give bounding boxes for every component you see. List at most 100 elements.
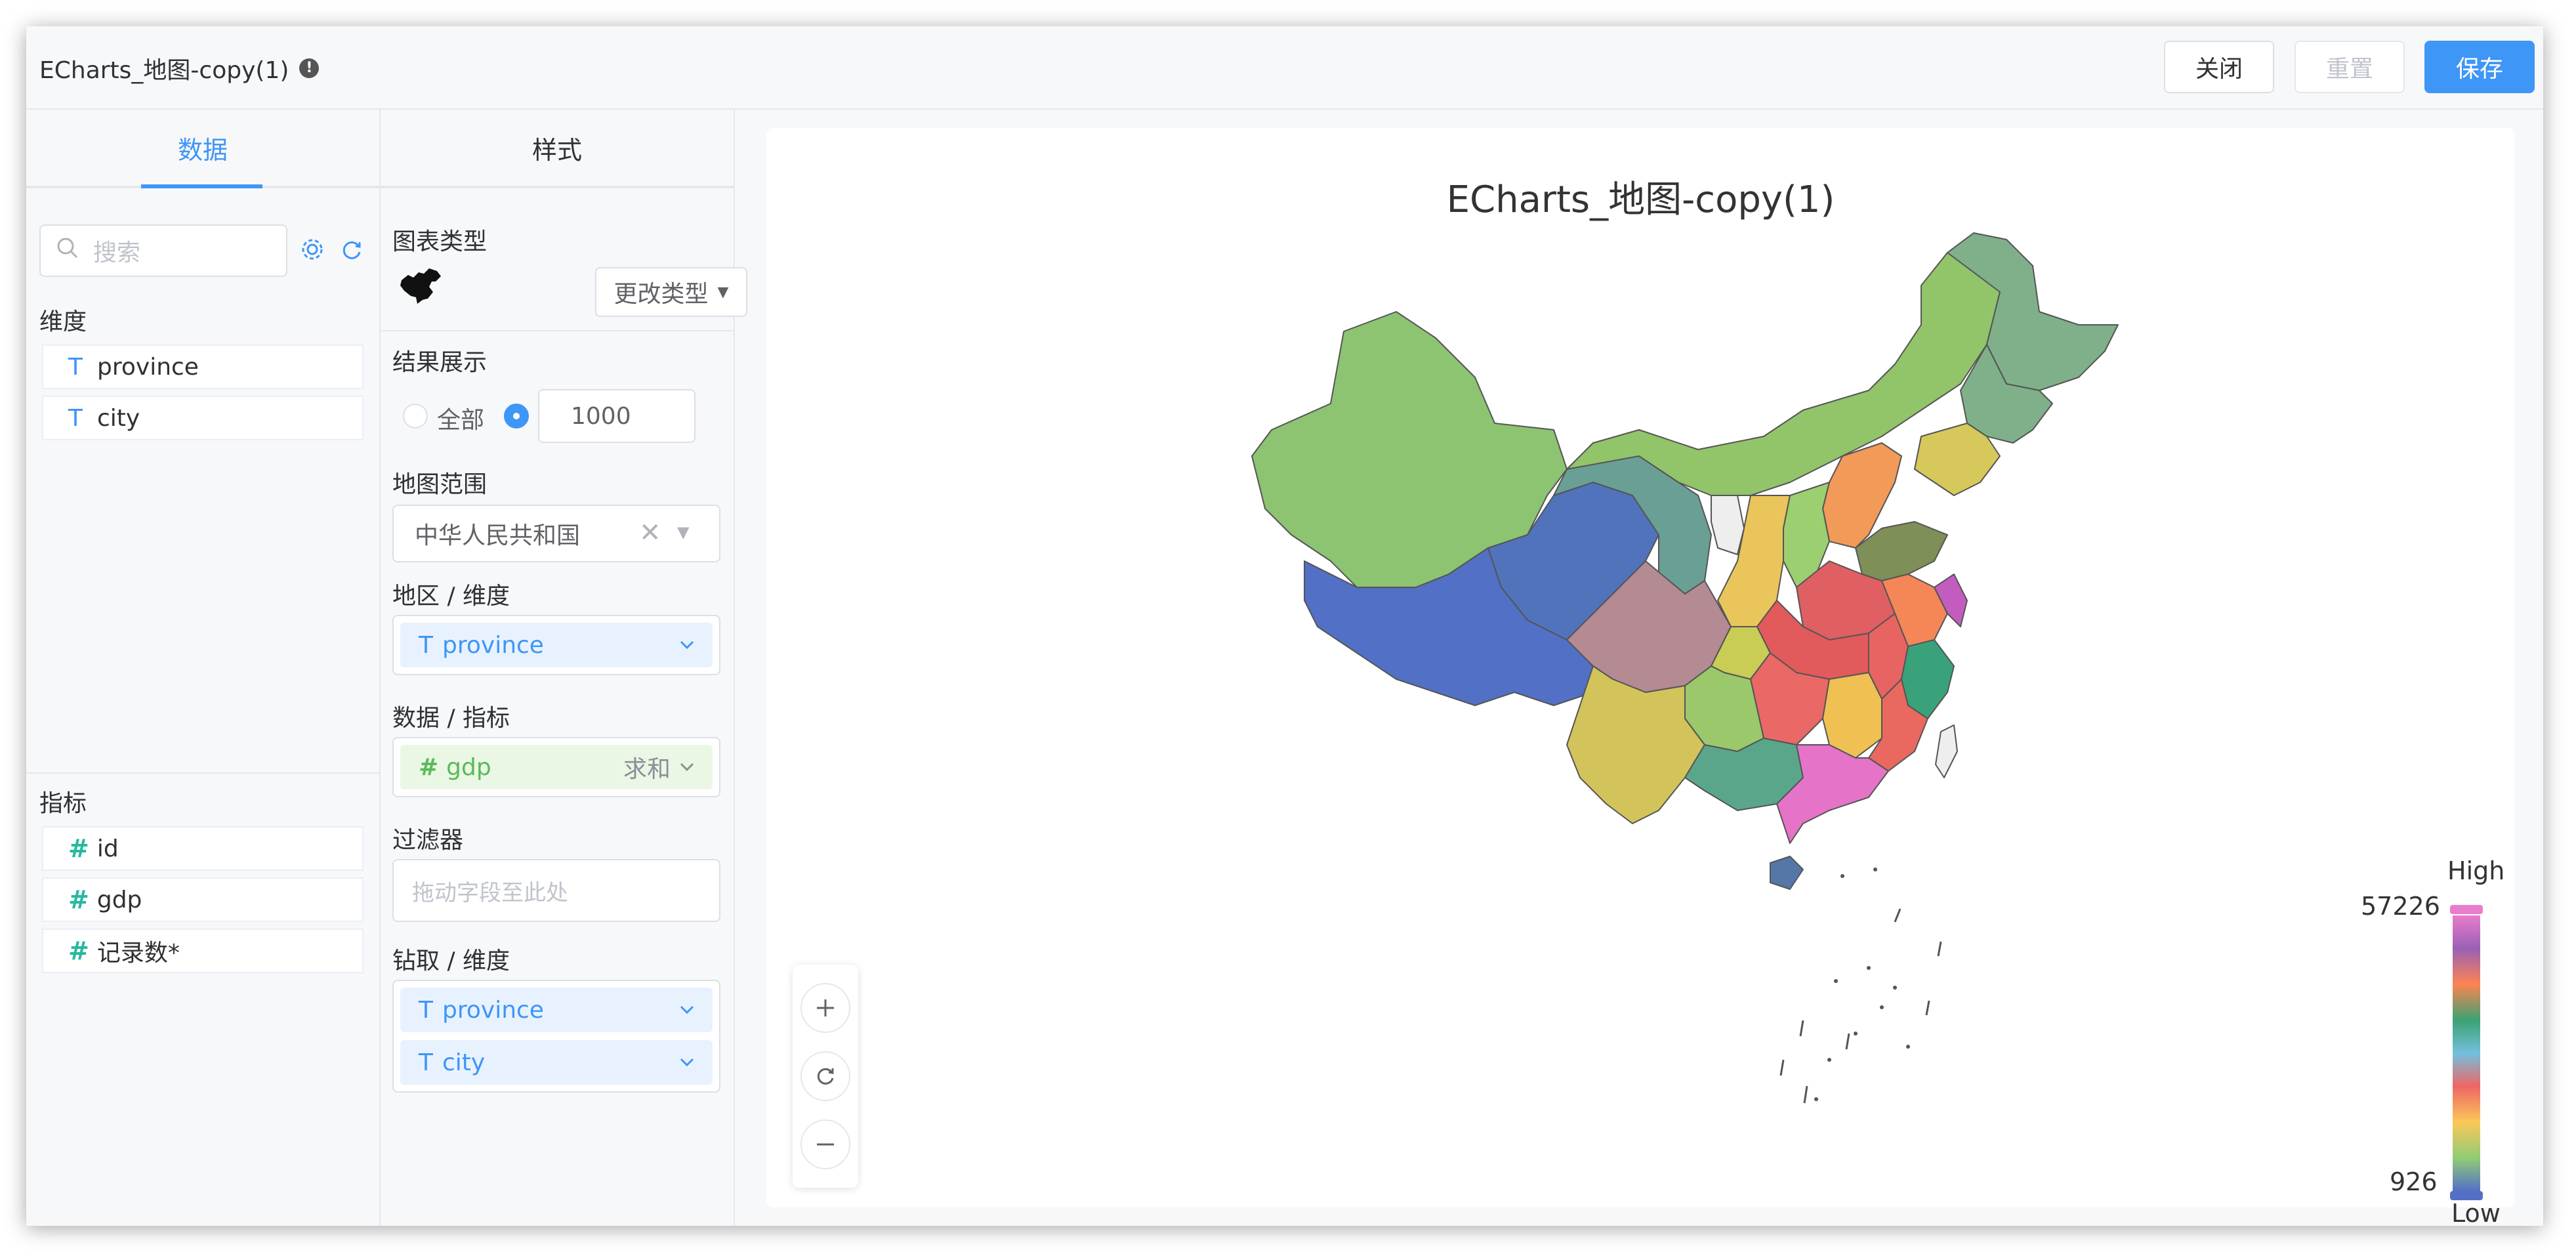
clear-icon[interactable]: ✕ <box>639 518 661 548</box>
china-map[interactable] <box>766 128 2515 1207</box>
metric-dropzone[interactable]: # gdp 求和 <box>392 737 720 797</box>
metric-field-pill[interactable]: # gdp 求和 <box>400 745 713 789</box>
island-dot <box>1906 1045 1910 1049</box>
south-china-sea-dashes <box>1779 908 1942 1104</box>
region-ningxia <box>1711 495 1745 555</box>
island-dot <box>1880 1005 1884 1009</box>
search-placeholder: 搜索 <box>93 240 141 266</box>
dimension-field-city[interactable]: T city <box>42 396 364 440</box>
region-label: 地区 / 维度 <box>392 583 510 610</box>
island-dot <box>1814 1097 1818 1101</box>
chart-type-label: 图表类型 <box>392 228 488 255</box>
drill-field-city[interactable]: T city <box>400 1040 713 1085</box>
region-jiangxi <box>1822 672 1882 759</box>
filter-label: 过滤器 <box>392 827 464 854</box>
metrics-label: 指标 <box>39 790 87 817</box>
text-type-icon: T <box>419 996 433 1024</box>
divider <box>381 330 734 331</box>
map-range-select[interactable]: 中华人民共和国 ✕ ▼ <box>392 505 720 562</box>
visual-map-bar <box>2453 915 2480 1191</box>
page-title: ECharts_地图-copy(1) ! <box>39 51 320 85</box>
field-name: id <box>96 835 119 862</box>
dimensions-label: 维度 <box>39 308 87 335</box>
drill-dropzone[interactable]: T province T city <box>392 980 720 1093</box>
chevron-down-icon[interactable] <box>677 633 697 660</box>
app-window: ECharts_地图-copy(1) ! 关闭 重置 保存 数据 搜索 维度 T… <box>26 26 2543 1226</box>
map-range-label: 地图范围 <box>392 471 488 498</box>
change-type-label: 更改类型 <box>613 281 709 308</box>
result-label: 结果展示 <box>392 349 488 376</box>
metric-field-count[interactable]: # 记录数* <box>42 929 364 973</box>
field-name: 记录数* <box>96 940 180 967</box>
aggregation-label[interactable]: 求和 <box>623 750 671 784</box>
text-type-icon: T <box>68 353 83 381</box>
metric-field-gdp[interactable]: # gdp <box>42 877 364 922</box>
field-name: province <box>97 353 199 381</box>
style-panel: 样式 图表类型 更改类型 ▼ 结果展示 全部 1000 地图范围 中华人民共和国… <box>381 110 747 1226</box>
visual-map-max-value: 57226 <box>2361 892 2440 921</box>
number-type-icon: # <box>68 936 89 965</box>
radio-all[interactable] <box>403 404 428 429</box>
metric-field-name: gdp <box>446 753 491 781</box>
radio-all-label: 全部 <box>437 407 485 434</box>
region-dropzone[interactable]: T province <box>392 615 720 675</box>
chevron-down-icon[interactable] <box>677 755 697 782</box>
text-type-icon: T <box>419 1049 433 1076</box>
drill-field-province[interactable]: T province <box>400 988 713 1032</box>
filter-dropzone[interactable]: 拖动字段至此处 <box>392 859 720 922</box>
field-name: gdp <box>96 886 142 913</box>
close-button[interactable]: 关闭 <box>2164 41 2274 93</box>
island-dot <box>1854 1032 1858 1036</box>
caret-down-icon: ▼ <box>677 523 690 541</box>
number-type-icon: # <box>419 753 439 781</box>
reset-zoom-button[interactable] <box>800 1051 850 1101</box>
divider <box>26 772 379 774</box>
field-name: city <box>97 404 140 432</box>
zoom-in-button[interactable] <box>800 983 850 1033</box>
visual-map-min-value: 926 <box>2390 1167 2438 1196</box>
page-title-text: ECharts_地图-copy(1) <box>39 57 289 84</box>
limit-input[interactable]: 1000 <box>538 389 696 443</box>
visual-map-low-label: Low <box>2451 1199 2501 1226</box>
visual-map-high-label: High <box>2447 856 2505 885</box>
search-input[interactable]: 搜索 <box>39 224 287 277</box>
island-dot <box>1873 868 1877 871</box>
region-hainan <box>1770 856 1804 890</box>
zoom-controls <box>793 965 858 1188</box>
number-type-icon: # <box>68 834 89 863</box>
drill-label: 钻取 / 维度 <box>392 948 510 974</box>
chevron-down-icon[interactable] <box>677 1051 697 1078</box>
refresh-icon[interactable] <box>340 238 364 267</box>
island-dot <box>1834 979 1838 983</box>
drill-field-name: city <box>442 1049 486 1076</box>
island-dot <box>1893 986 1897 990</box>
reset-button[interactable]: 重置 <box>2295 41 2405 93</box>
region-field-pill[interactable]: T province <box>400 623 713 667</box>
tab-data[interactable]: 数据 <box>26 110 379 188</box>
tab-style[interactable]: 样式 <box>381 110 734 188</box>
header-bar: ECharts_地图-copy(1) ! 关闭 重置 保存 <box>26 26 2543 110</box>
region-yunnan <box>1566 665 1705 824</box>
text-type-icon: T <box>419 631 433 659</box>
dimension-field-province[interactable]: T province <box>42 345 364 389</box>
search-icon <box>56 237 79 265</box>
zoom-out-button[interactable] <box>800 1120 850 1169</box>
data-metric-label: 数据 / 指标 <box>392 705 510 732</box>
caret-down-icon: ▼ <box>717 283 729 301</box>
data-panel: 数据 搜索 维度 T province T city 指标 # id # gdp… <box>26 110 381 1226</box>
change-type-dropdown[interactable]: 更改类型 ▼ <box>595 267 747 317</box>
china-map-icon <box>399 267 444 308</box>
region-taiwan <box>1935 724 1958 778</box>
region-field-name: province <box>442 631 544 659</box>
visual-map-high-handle <box>2450 905 2483 914</box>
gear-icon[interactable] <box>301 238 324 267</box>
map-range-value: 中华人民共和国 <box>415 522 581 549</box>
radio-limit[interactable] <box>504 404 529 429</box>
drill-field-name: province <box>442 996 544 1024</box>
chart-canvas: ECharts_地图-copy(1) High 57226 926 Low <box>766 128 2515 1226</box>
save-button[interactable]: 保存 <box>2424 41 2535 93</box>
chevron-down-icon[interactable] <box>677 998 697 1025</box>
info-icon[interactable]: ! <box>299 58 320 78</box>
text-type-icon: T <box>68 404 83 432</box>
metric-field-id[interactable]: # id <box>42 826 364 871</box>
